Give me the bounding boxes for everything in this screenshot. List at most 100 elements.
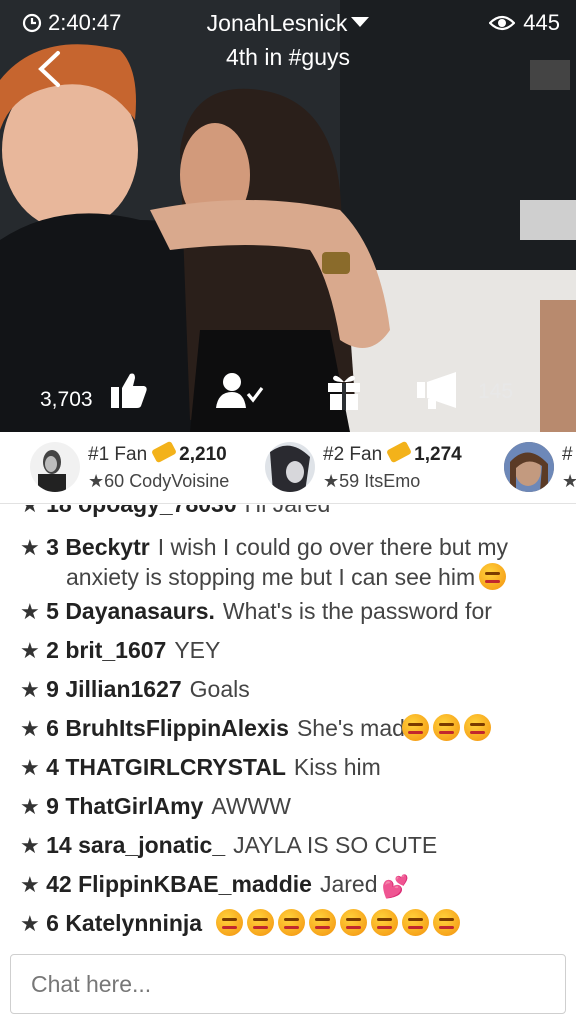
- live-video[interactable]: 2:40:47 JonahLesnick 4th in #guys 445 3,…: [0, 0, 576, 432]
- fan-level: ★60: [88, 471, 125, 491]
- chat-message-continuation: anxiety is stopping me but I can see him: [0, 562, 576, 592]
- chat-username[interactable]: 42 FlippinKBAE_maddie: [46, 871, 312, 897]
- fan-name-line: ★59 ItsEmo: [323, 471, 420, 492]
- star-icon: ★: [20, 755, 40, 780]
- top-fan-1[interactable]: #1 Fan 2,210 ★60 CodyVoisine: [30, 440, 250, 494]
- fan-rank-line: #: [562, 444, 573, 466]
- chat-username[interactable]: 9 ThatGirlAmy: [46, 793, 203, 819]
- streamer-rank: 4th in #guys: [225, 44, 351, 70]
- star-icon: ★: [20, 535, 40, 560]
- chat-message: ★ 6 Katelynninja: [0, 908, 576, 939]
- star-icon: ★: [20, 872, 40, 897]
- star-icon: ★: [20, 638, 40, 663]
- star-icon: ★: [20, 716, 40, 741]
- star-icon: ★: [20, 911, 40, 936]
- scared-face-emoji: [278, 909, 306, 936]
- chat-text: YEY: [174, 637, 221, 663]
- fan-name-line: ★: [562, 471, 576, 492]
- fan-name: CodyVoisine: [129, 471, 230, 491]
- fan-name: ItsEmo: [364, 471, 421, 491]
- chat-username[interactable]: 18 opoagy_78030: [46, 505, 237, 517]
- scared-face-emoji: [340, 909, 368, 936]
- angry-face-emoji: [463, 714, 491, 741]
- chat-message: ★ 4 THATGIRLCRYSTAL Kiss him: [0, 752, 576, 783]
- chat-username[interactable]: 2 brit_1607: [46, 637, 166, 663]
- fan-rank-line: #1 Fan 2,210: [88, 440, 227, 466]
- avatar: [265, 442, 315, 492]
- scared-face-emoji: [309, 909, 337, 936]
- coin-icon: [151, 440, 178, 464]
- top-fan-3[interactable]: # ★: [504, 442, 576, 494]
- chat-message: ★ 18 opoagy_78030 Hi Jared: [0, 505, 576, 520]
- star-icon: ★: [20, 677, 40, 702]
- chat-username[interactable]: 3 Beckytr: [46, 534, 150, 560]
- caret-down-icon: [351, 17, 370, 27]
- coin-icon: [386, 440, 413, 464]
- megaphone-icon[interactable]: [416, 370, 460, 410]
- scared-face-emoji: [402, 909, 430, 936]
- chat-text: JAYLA IS SO CUTE: [233, 832, 438, 858]
- scared-face-emoji: [478, 563, 506, 590]
- scared-face-emoji: [433, 909, 461, 936]
- chat-feed[interactable]: ★ 18 opoagy_78030 Hi Jared ★ 3 Beckytr I w…: [0, 505, 576, 945]
- chat-text: AWWW: [211, 793, 291, 819]
- star-icon: ★: [20, 505, 40, 517]
- chat-username[interactable]: 4 THATGIRLCRYSTAL: [46, 754, 286, 780]
- fan-rank-line: #2 Fan 1,274: [323, 440, 462, 466]
- fan-coins: 1,274: [414, 444, 462, 465]
- scared-face-emoji: [371, 909, 399, 936]
- fan-name-line: ★60 CodyVoisine: [88, 471, 229, 492]
- angry-face-emoji: [432, 714, 460, 741]
- chat-text: Kiss him: [293, 754, 381, 780]
- chat-username[interactable]: 6 Katelynninja: [46, 910, 202, 936]
- top-fan-2[interactable]: #2 Fan 1,274 ★59 ItsEmo: [265, 440, 495, 494]
- chat-text: Jared: [319, 871, 378, 897]
- chat-input-container[interactable]: [10, 954, 566, 1014]
- like-count: 3,703: [40, 388, 93, 411]
- chat-text: Goals: [189, 676, 250, 702]
- fan-rank: #1 Fan: [88, 444, 148, 465]
- chat-message: ★ 9 ThatGirlAmy AWWW: [0, 791, 576, 822]
- fan-rank: #2 Fan: [323, 444, 383, 465]
- chat-message: ★ 14 sara_jonatic_ JAYLA IS SO CUTE: [0, 830, 576, 861]
- scared-face-emoji: [216, 909, 244, 936]
- chat-username[interactable]: 6 BruhItsFlippinAlexis: [46, 715, 289, 741]
- chat-message: ★ 9 Jillian1627 Goals: [0, 674, 576, 705]
- chat-message: ★ 3 Beckytr I wish I could go over there …: [0, 532, 576, 563]
- chat-text: She's mad: [296, 715, 405, 741]
- star-icon: ★: [20, 833, 40, 858]
- chat-text: anxiety is stopping me but I can see him: [66, 564, 476, 590]
- angry-face-emoji: [401, 714, 429, 741]
- chat-message: ★ 2 brit_1607 YEY: [0, 635, 576, 666]
- fan-level: ★59: [323, 471, 360, 491]
- viewer-count-value: 445: [523, 10, 560, 35]
- eye-icon: [489, 15, 516, 31]
- gift-icon[interactable]: [327, 372, 361, 410]
- chat-message: ★ 6 BruhItsFlippinAlexis She's mad: [0, 713, 576, 744]
- fan-level: ★: [562, 471, 576, 491]
- chat-message: ★ 42 FlippinKBAE_maddie Jared 💕: [0, 869, 576, 902]
- streamer-name: JonahLesnick: [206, 10, 348, 36]
- scared-face-emoji: [247, 909, 275, 936]
- shout-count: 145: [478, 380, 514, 403]
- back-chevron-icon[interactable]: [34, 50, 64, 88]
- chat-text: What's is the password for: [222, 598, 492, 624]
- fan-coins: 2,210: [179, 444, 227, 465]
- avatar: [504, 442, 554, 492]
- top-fans-bar[interactable]: #1 Fan 2,210 ★60 CodyVoisine #2 Fan 1,274 …: [0, 432, 576, 504]
- follow-user-icon[interactable]: [214, 372, 264, 410]
- chat-username[interactable]: 5 Dayanasaurs.: [46, 598, 215, 624]
- chat-text: I wish I could go over there but my: [157, 534, 508, 560]
- chat-message: ★ 5 Dayanasaurs. What's is the password f…: [0, 596, 576, 627]
- fan-rank: #: [562, 444, 573, 465]
- chat-username[interactable]: 9 Jillian1627: [46, 676, 182, 702]
- chat-input[interactable]: [11, 955, 565, 1013]
- viewer-count: 445: [489, 10, 560, 36]
- chat-username[interactable]: 14 sara_jonatic_: [46, 832, 225, 858]
- star-icon: ★: [20, 794, 40, 819]
- avatar: [30, 442, 80, 492]
- chat-text: Hi Jared: [245, 505, 331, 517]
- thumbs-up-icon[interactable]: [110, 370, 148, 410]
- two-hearts-emoji: 💕: [381, 874, 409, 899]
- star-icon: ★: [20, 599, 40, 624]
